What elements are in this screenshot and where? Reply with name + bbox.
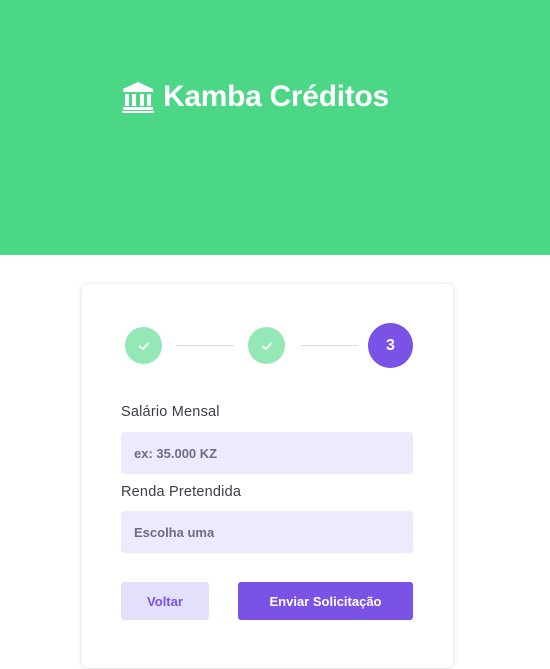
step-2-completed <box>248 327 285 364</box>
check-icon <box>261 342 272 350</box>
step-3-current: 3 <box>368 323 413 368</box>
step-1-completed <box>125 327 162 364</box>
step-number: 3 <box>386 336 395 354</box>
bank-icon <box>122 82 154 113</box>
app-title: Kamba Créditos <box>163 80 389 113</box>
income-label: Renda Pretendida <box>121 484 242 500</box>
form-card: 3 Salário Mensal Renda Pretendida Voltar… <box>82 284 453 668</box>
step-connector <box>300 345 358 346</box>
back-button[interactable]: Voltar <box>121 582 209 620</box>
header-banner: Kamba Créditos <box>0 0 550 255</box>
income-select[interactable] <box>121 511 413 553</box>
step-connector <box>176 345 234 346</box>
check-icon <box>138 342 149 350</box>
submit-button[interactable]: Enviar Solicitação <box>238 582 413 620</box>
salary-input[interactable] <box>121 432 413 474</box>
brand: Kamba Créditos <box>121 80 389 114</box>
salary-label: Salário Mensal <box>121 404 220 420</box>
